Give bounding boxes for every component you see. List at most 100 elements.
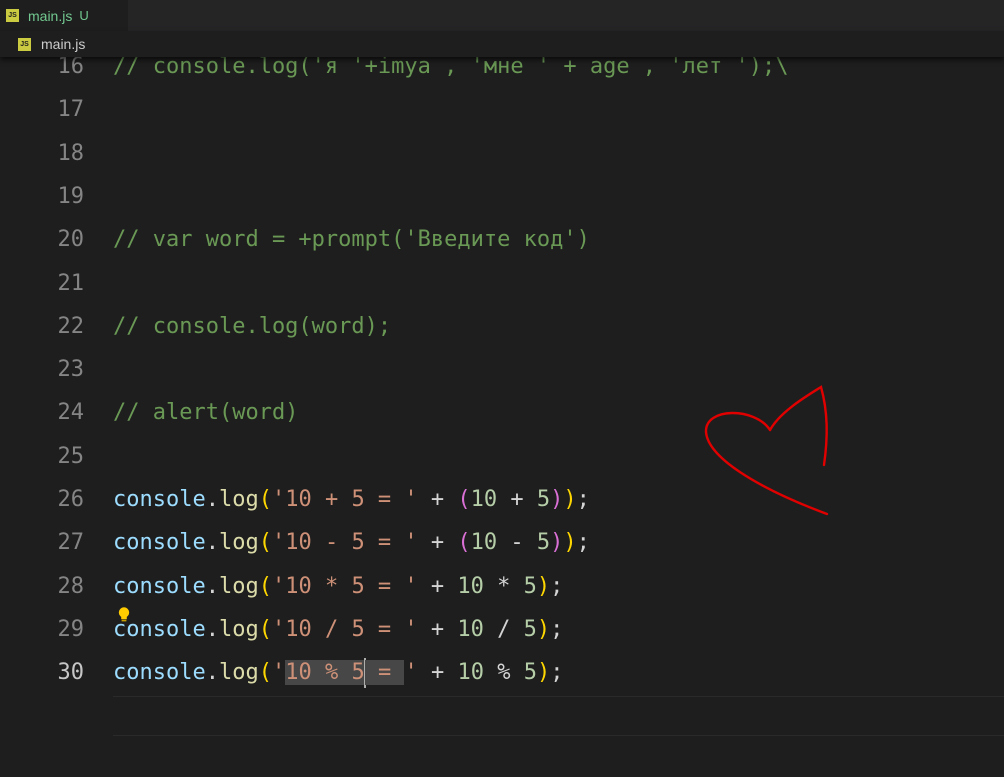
lightbulb-icon[interactable]	[116, 606, 132, 624]
code-token: 10	[470, 530, 498, 556]
breadcrumb-file[interactable]: main.js	[41, 36, 85, 52]
code-token: (	[258, 487, 272, 512]
heart-drawing	[704, 385, 829, 516]
code-token: ;	[550, 616, 564, 642]
line-number: 25	[57, 443, 85, 469]
editor-tab-bar: JS main.js U	[0, 0, 1004, 31]
code-token: '10 - 5 = '	[271, 530, 418, 556]
code-line-23[interactable]: 23	[0, 348, 1004, 391]
code-token: log	[218, 573, 259, 599]
code-token: .	[205, 487, 219, 512]
code-token: =	[364, 660, 405, 686]
code-token: )	[550, 487, 564, 512]
code-token: console	[113, 660, 206, 686]
tab-label: main.js	[28, 7, 73, 24]
code-token: ;	[576, 530, 590, 556]
code-token: /	[483, 616, 524, 642]
code-token: 5	[523, 573, 537, 599]
code-token: console	[113, 573, 206, 599]
code-token: (	[457, 530, 471, 556]
code-token: log	[218, 530, 259, 556]
code-token: '	[404, 660, 418, 686]
code-line-17[interactable]: 17	[0, 88, 1004, 131]
code-token: 10	[457, 573, 484, 599]
line-number: 29	[57, 616, 85, 642]
line-number: 28	[57, 573, 85, 599]
line-number: 27	[57, 530, 85, 556]
code-line-21[interactable]: 21	[0, 262, 1004, 305]
code-token: )	[536, 616, 551, 642]
code-token: (	[258, 616, 272, 642]
line-number: 18	[57, 140, 85, 166]
code-token: 5	[536, 530, 551, 556]
code-token: 10 % 5	[285, 660, 365, 686]
code-token: +	[497, 487, 537, 512]
code-line-26[interactable]: 26 console.log('10 + 5 = ' + (10 + 5));	[0, 478, 1004, 521]
code-editor[interactable]: 16// console.log('я '+imya , 'мне ' + ag…	[0, 45, 1004, 777]
code-text: console.log('10 % 5 = ' + 10 % 5);	[113, 651, 563, 694]
code-token: // var word = +prompt('Введите код')	[113, 227, 590, 253]
code-token: log	[218, 487, 259, 512]
code-token: console	[113, 487, 206, 512]
breadcrumb: JS main.js	[0, 31, 1004, 57]
code-line-27[interactable]: 27 console.log('10 - 5 = ' + (10 - 5));	[0, 521, 1004, 564]
code-line-20[interactable]: 20 // var word = +prompt('Введите код')	[0, 218, 1004, 261]
code-token: ;	[576, 487, 590, 512]
code-token: // console.log('я '+imya , 'мне ' + age …	[113, 54, 789, 79]
code-line-19[interactable]: 19	[0, 175, 1004, 218]
code-token: )	[563, 530, 577, 556]
tab-main-js[interactable]: JS main.js U	[0, 0, 128, 31]
code-line-22[interactable]: 22 // console.log(word);	[0, 305, 1004, 348]
code-line-24[interactable]: 24 // alert(word)	[0, 391, 1004, 434]
current-line-highlight	[113, 696, 1004, 736]
code-token: ;	[550, 660, 564, 686]
line-number: 26	[57, 487, 85, 512]
code-token: +	[417, 487, 458, 512]
code-token: 10	[457, 660, 484, 686]
code-token: log	[218, 660, 259, 686]
code-token: '10 * 5 = '	[271, 573, 418, 599]
code-token: +	[417, 660, 458, 686]
code-text: console.log('10 + 5 = ' + (10 + 5));	[113, 478, 590, 521]
code-token: )	[563, 487, 577, 512]
code-token: '10 + 5 = '	[271, 487, 418, 512]
code-token: .	[205, 530, 219, 556]
code-line-30[interactable]: 30 console.log('10 % 5 = ' + 10 % 5);	[0, 651, 1004, 694]
code-text: console.log('10 / 5 = ' + 10 / 5);	[113, 608, 563, 651]
code-token: // alert(word)	[113, 400, 299, 426]
code-token: '10 / 5 = '	[271, 616, 418, 642]
line-number: 30	[57, 660, 85, 686]
code-token: +	[417, 573, 458, 599]
code-token: ;	[550, 573, 564, 599]
code-line-29[interactable]: 29 console.log('10 / 5 = ' + 10 / 5);	[0, 608, 1004, 651]
code-token: .	[205, 616, 219, 642]
code-token: )	[550, 530, 564, 556]
code-line-18[interactable]: 18	[0, 132, 1004, 175]
code-token: +	[417, 616, 458, 642]
code-token: %	[483, 660, 524, 686]
untracked-status-badge: U	[79, 8, 89, 23]
code-token: 5	[523, 660, 537, 686]
code-line-28[interactable]: 28 console.log('10 * 5 = ' + 10 * 5);	[0, 565, 1004, 608]
code-token: // console.log(word);	[113, 313, 392, 339]
code-text: // var word = +prompt('Введите код')	[113, 218, 590, 261]
js-file-icon: JS	[18, 37, 31, 51]
code-text: console.log('10 - 5 = ' + (10 - 5));	[113, 521, 590, 564]
code-token: console	[113, 530, 206, 556]
code-line-25[interactable]: 25	[0, 435, 1004, 478]
code-token: '	[271, 660, 286, 686]
code-token: (	[258, 530, 272, 556]
code-token: (	[457, 487, 471, 512]
js-file-icon: JS	[6, 9, 19, 22]
code-text: // alert(word)	[113, 391, 298, 434]
code-token: log	[218, 616, 259, 642]
line-number: 22	[57, 313, 85, 339]
code-text: console.log('10 * 5 = ' + 10 * 5);	[113, 565, 563, 608]
code-token: (	[258, 660, 272, 686]
line-number: 20	[57, 227, 85, 253]
code-token: (	[258, 573, 272, 599]
line-number: 23	[57, 357, 85, 383]
code-token: .	[205, 573, 219, 599]
code-token: .	[205, 660, 219, 686]
line-number: 24	[57, 400, 85, 426]
